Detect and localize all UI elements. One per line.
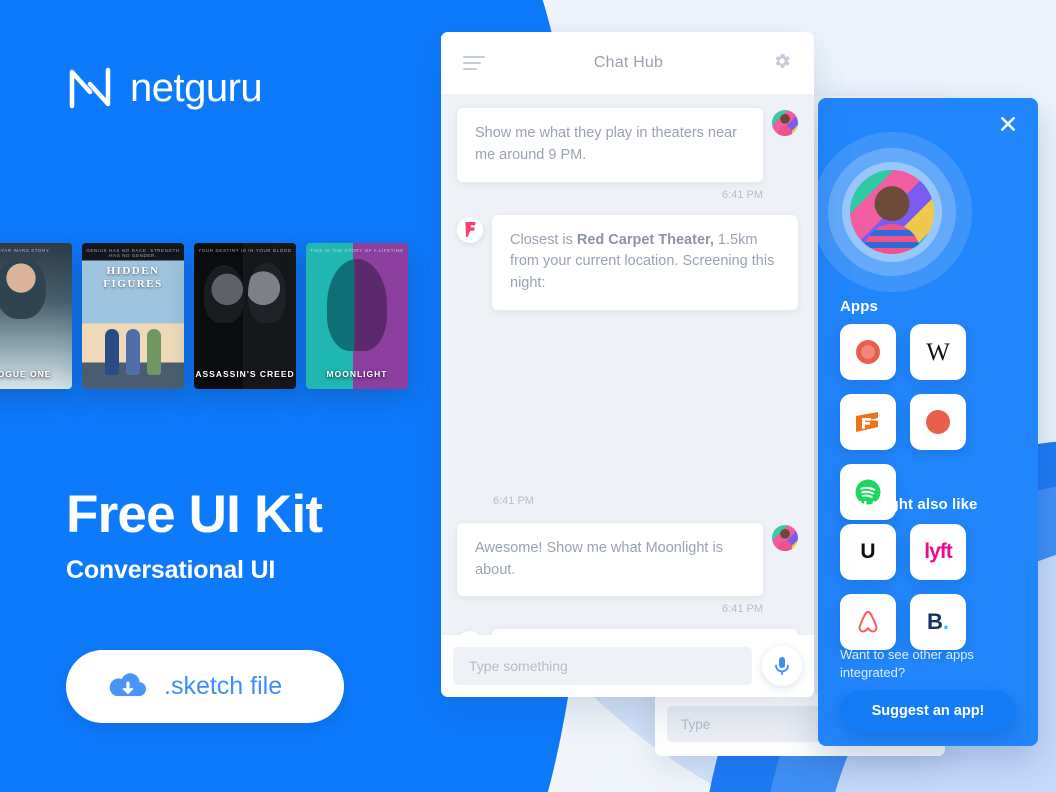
- movie-poster[interactable]: YOUR DESTINY IS IN YOUR BLOOD ASSASSIN'S…: [194, 243, 296, 389]
- chat-title: Chat Hub: [593, 54, 664, 71]
- poster-title: ASSASSIN'S CREED: [195, 369, 295, 379]
- netguru-logo-text: netguru: [130, 65, 263, 110]
- poster-stage: netguru Free UI Kit Conversational UI .s…: [0, 0, 1056, 792]
- apps-heading: Apps: [840, 298, 878, 315]
- poster-art: [82, 329, 184, 375]
- netguru-logo: netguru: [64, 62, 263, 114]
- message-timestamp: 6:41 PM: [722, 188, 763, 201]
- netguru-logo-mark: [64, 62, 116, 114]
- microphone-icon[interactable]: [762, 646, 802, 686]
- page-subtitle: Conversational UI: [66, 556, 276, 584]
- download-sketch-button[interactable]: .sketch file: [66, 650, 344, 723]
- message-text: Closest is Red Carpet Theater, 1.5km fro…: [492, 214, 798, 310]
- close-icon[interactable]: ✕: [995, 112, 1021, 138]
- app-tile-booking[interactable]: B.: [910, 594, 966, 650]
- page-title: Free UI Kit: [66, 485, 323, 544]
- message-text: Show me what they play in theaters near …: [457, 108, 763, 182]
- app-tile-fandango[interactable]: [840, 394, 896, 450]
- suggestions-heading: You might also like: [840, 496, 978, 513]
- movie-poster[interactable]: GENIUS HAS NO RACE. STRENGTH HAS NO GEND…: [82, 243, 184, 389]
- chat-panel: Chat Hub Show me what they play in theat…: [441, 32, 814, 697]
- poster-title: HIDDEN FIGURES: [103, 265, 163, 290]
- app-tile-starbucks[interactable]: [840, 324, 896, 380]
- apps-panel: ✕ Apps W You might also like U lyft B. W…: [818, 98, 1038, 746]
- apps-grid: W: [840, 324, 1026, 520]
- gear-icon[interactable]: [772, 51, 792, 76]
- suggest-app-button[interactable]: Suggest an app!: [840, 690, 1016, 732]
- movie-poster-carousel[interactable]: A STAR WARS STORY ROGUE ONE GENIUS HAS N…: [0, 243, 408, 389]
- chat-input-bar: [441, 635, 814, 697]
- movie-poster[interactable]: A STAR WARS STORY ROGUE ONE: [0, 243, 72, 389]
- cloud-download-icon: [108, 670, 148, 703]
- download-sketch-label: .sketch file: [164, 672, 283, 700]
- message-text: Awesome! Show me what Moonlight is about…: [457, 522, 763, 597]
- avatar: [772, 524, 798, 551]
- app-tile-uber[interactable]: U: [840, 524, 896, 580]
- suggestions-grid: U lyft B.: [840, 524, 1026, 650]
- chat-input[interactable]: [453, 647, 752, 685]
- avatar: [772, 110, 798, 136]
- avatar: [850, 170, 934, 254]
- chat-messages: Show me what they play in theaters near …: [441, 94, 814, 697]
- app-tile-pinterest[interactable]: [910, 394, 966, 450]
- app-tile-airbnb[interactable]: [840, 594, 896, 650]
- message-bot-1: Closest is Red Carpet Theater, 1.5km fro…: [457, 214, 798, 310]
- message-user-1: Show me what they play in theaters near …: [457, 108, 798, 182]
- avatar-rings: [818, 132, 972, 292]
- suggest-prompt: Want to see other apps integrated?: [840, 647, 974, 681]
- chat-header: Chat Hub: [441, 32, 814, 94]
- app-tile-lyft[interactable]: lyft: [910, 524, 966, 580]
- hamburger-icon[interactable]: [463, 56, 485, 70]
- app-tile-wikipedia[interactable]: W: [910, 324, 966, 380]
- foursquare-icon: [457, 216, 483, 243]
- movie-poster[interactable]: THIS IS THE STORY OF A LIFETIME MOONLIGH…: [306, 243, 408, 389]
- poster-title: MOONLIGHT: [326, 369, 388, 379]
- message-user-2: Awesome! Show me what Moonlight is about…: [457, 522, 798, 597]
- message-timestamp: 6:41 PM: [722, 603, 763, 616]
- message-timestamp: 6:41 PM: [493, 494, 534, 507]
- poster-title: ROGUE ONE: [0, 369, 52, 379]
